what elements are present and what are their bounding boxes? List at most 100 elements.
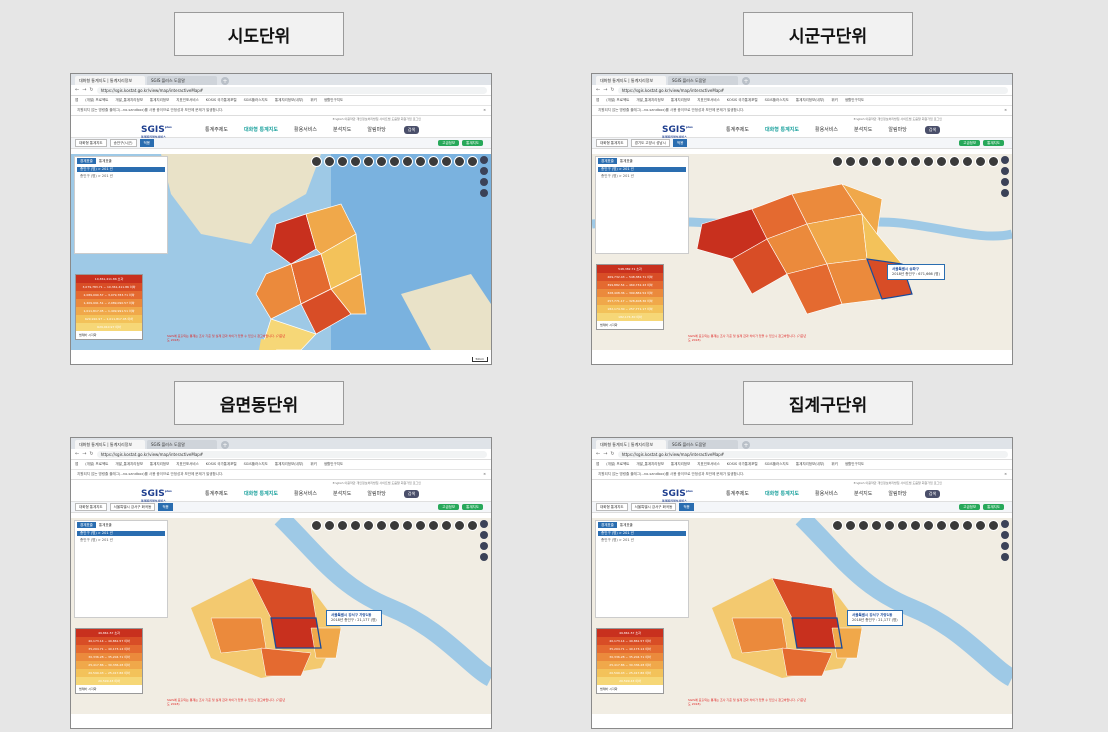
map-tool-button[interactable] bbox=[962, 156, 973, 167]
map-tool-button[interactable] bbox=[363, 156, 374, 167]
map-tool-button[interactable] bbox=[832, 156, 843, 167]
panel-tab-boundary[interactable]: 경계표출 bbox=[77, 158, 96, 164]
map-tool-button[interactable] bbox=[311, 156, 322, 167]
map-area[interactable]: 경계표출 통계표출 총인구 (명) > 201 년 총인구 (명) > 201 년… bbox=[71, 518, 491, 728]
zoom-in-icon[interactable] bbox=[1001, 178, 1009, 186]
map-tool-button[interactable] bbox=[324, 156, 335, 167]
browser-tab-active[interactable]: 대화형 통계지도 | 통계지리정보 bbox=[596, 440, 666, 449]
zoom-in-icon[interactable] bbox=[1001, 542, 1009, 550]
legend-footer[interactable]: 범례바 시각화 bbox=[76, 331, 142, 339]
bookmark[interactable]: 생활인구지도 bbox=[324, 462, 343, 467]
legend-row[interactable]: 629,910.97 ~ 1,011,817.45 이하 bbox=[76, 315, 142, 323]
stat-item[interactable]: 총인구 (명) > 201 년 bbox=[598, 538, 686, 543]
legend-row[interactable]: 20,599.43 ~ 25,417.86 이하 bbox=[76, 669, 142, 677]
search-button[interactable]: 검색 bbox=[403, 125, 420, 134]
bookmark[interactable]: 통계지리정보(내부) bbox=[796, 98, 825, 103]
nav-item[interactable]: 분석지도 bbox=[854, 126, 872, 133]
panel-tab-boundary[interactable]: 경계표출 bbox=[598, 522, 617, 528]
map-tool-button[interactable] bbox=[871, 520, 882, 531]
nav-item[interactable]: 알림마당 bbox=[888, 490, 906, 497]
nav-item[interactable]: 활용서비스 bbox=[294, 490, 317, 497]
map-tool-button[interactable] bbox=[975, 156, 986, 167]
map-tool-button[interactable] bbox=[897, 520, 908, 531]
new-tab-button[interactable]: + bbox=[742, 441, 750, 449]
forward-icon[interactable]: → bbox=[603, 451, 607, 457]
map-tool-button[interactable] bbox=[350, 156, 361, 167]
legend-row[interactable]: 40,173.14 ~ 49,861.57 이하 bbox=[76, 637, 142, 645]
map-tool-button[interactable] bbox=[415, 156, 426, 167]
nav-item[interactable]: 통계주제도 bbox=[726, 126, 749, 133]
new-tab-button[interactable]: + bbox=[221, 441, 229, 449]
location-icon[interactable] bbox=[1001, 520, 1009, 528]
browser-tab[interactable]: SGIS 플러스 도움말 bbox=[668, 76, 738, 85]
layer-icon[interactable] bbox=[1001, 167, 1009, 175]
map-tool-button[interactable] bbox=[858, 156, 869, 167]
stat-item[interactable]: 총인구 (명) > 201 년 bbox=[598, 174, 686, 179]
legend-row[interactable]: 30,336.28 ~ 35,204.71 이하 bbox=[76, 653, 142, 661]
bookmark[interactable]: 위키 bbox=[310, 462, 316, 467]
bookmark[interactable]: KOSIS 국가통계포털 bbox=[727, 462, 758, 467]
nav-item[interactable]: 분석지도 bbox=[333, 490, 351, 497]
view-label[interactable]: 대화형 통계지도 bbox=[75, 139, 107, 147]
bookmark[interactable]: 통계지리정보 bbox=[671, 98, 690, 103]
legend-row[interactable]: 20,599.43 ~ 25,417.86 이하 bbox=[597, 669, 663, 677]
map-tool-button[interactable] bbox=[337, 520, 348, 531]
layer-icon[interactable] bbox=[480, 531, 488, 539]
region-select[interactable]: 송안구(시군) bbox=[109, 139, 137, 147]
map-tool-button[interactable] bbox=[988, 156, 999, 167]
legend-row[interactable]: 1,011,817.45 ~ 1,409,991.51 이하 bbox=[76, 307, 142, 315]
info-popup[interactable]: 서울특별시 송파구 2018년 총인구 : 671,666 (명) bbox=[887, 264, 945, 280]
nav-item[interactable]: 활용서비스 bbox=[815, 490, 838, 497]
map-tool-button[interactable] bbox=[389, 156, 400, 167]
map-tool-button[interactable] bbox=[884, 156, 895, 167]
forward-icon[interactable]: → bbox=[603, 87, 607, 93]
legend-footer[interactable]: 범례바 시각화 bbox=[597, 321, 663, 329]
legend-row[interactable]: 49,861.57 초과 bbox=[597, 629, 663, 637]
map-tool-button[interactable] bbox=[910, 156, 921, 167]
bookmark[interactable]: 위키 bbox=[831, 98, 837, 103]
nav-item[interactable]: 통계주제도 bbox=[205, 126, 228, 133]
legend-row[interactable]: 2,089,090.57 ~ 3,079,783.71 이하 bbox=[76, 291, 142, 299]
bookmark[interactable]: 생활인구지도 bbox=[324, 98, 343, 103]
url-field[interactable]: https://sgis.kostat.go.kr/view/map/inter… bbox=[96, 450, 487, 458]
map-tool-button[interactable] bbox=[949, 520, 960, 531]
map-tool-button[interactable] bbox=[441, 520, 452, 531]
browser-tab-active[interactable]: 대화형 통계지도 | 통계지리정보 bbox=[75, 440, 145, 449]
map-tool-button[interactable] bbox=[363, 520, 374, 531]
bookmark[interactable]: 앱 bbox=[75, 98, 78, 103]
nav-item[interactable]: 통계주제도 bbox=[205, 490, 228, 497]
map-tool-button[interactable] bbox=[988, 520, 999, 531]
reload-icon[interactable]: ↻ bbox=[89, 451, 93, 457]
map-tool-button[interactable] bbox=[454, 520, 465, 531]
bookmark[interactable]: (개발) 프로젝트 bbox=[85, 98, 108, 103]
map-tool-button[interactable] bbox=[845, 156, 856, 167]
location-icon[interactable] bbox=[480, 156, 488, 164]
close-icon[interactable]: × bbox=[1004, 106, 1007, 115]
reload-icon[interactable]: ↻ bbox=[89, 87, 93, 93]
bookmark[interactable]: 통계지리정보(내부) bbox=[796, 462, 825, 467]
apply-button[interactable]: 적용 bbox=[158, 503, 173, 511]
apply-button[interactable]: 적용 bbox=[679, 503, 694, 511]
map-tool-button[interactable] bbox=[324, 520, 335, 531]
map-tool-button[interactable] bbox=[884, 520, 895, 531]
bookmark[interactable]: 앱 bbox=[75, 462, 78, 467]
legend-row[interactable]: 35,204.71 ~ 40,173.14 이하 bbox=[76, 645, 142, 653]
legend-row[interactable]: 49,861.57 초과 bbox=[76, 629, 142, 637]
map-tool-button[interactable] bbox=[311, 520, 322, 531]
panel-tab-boundary[interactable]: 경계표출 bbox=[77, 522, 96, 528]
stat-item[interactable]: 총인구 (명) > 201 년 bbox=[77, 174, 165, 179]
legend-row[interactable]: 257,771.17 ~ 328,408.36 이하 bbox=[597, 297, 663, 305]
zoom-in-icon[interactable] bbox=[480, 542, 488, 550]
map-tool-button[interactable] bbox=[337, 156, 348, 167]
stat-map-button[interactable]: 통계지도 bbox=[983, 504, 1004, 510]
close-icon[interactable]: × bbox=[483, 106, 486, 115]
legend-row[interactable]: 1,409,991.51 ~ 2,089,090.57 이하 bbox=[76, 299, 142, 307]
bookmark[interactable]: 개발_통계지리정보 bbox=[115, 98, 143, 103]
map-area[interactable]: 경계표출 통계표출 총인구 (명) > 201 년 총인구 (명) > 201 년… bbox=[592, 154, 1012, 364]
stat-item-selected[interactable]: 총인구 (명) > 201 년 bbox=[598, 531, 686, 536]
location-icon[interactable] bbox=[480, 520, 488, 528]
back-icon[interactable]: ← bbox=[596, 87, 600, 93]
map-tool-button[interactable] bbox=[845, 520, 856, 531]
bookmark[interactable]: 지표인포서비스 bbox=[697, 462, 720, 467]
panel-tab-stat[interactable]: 통계표출 bbox=[99, 523, 112, 528]
